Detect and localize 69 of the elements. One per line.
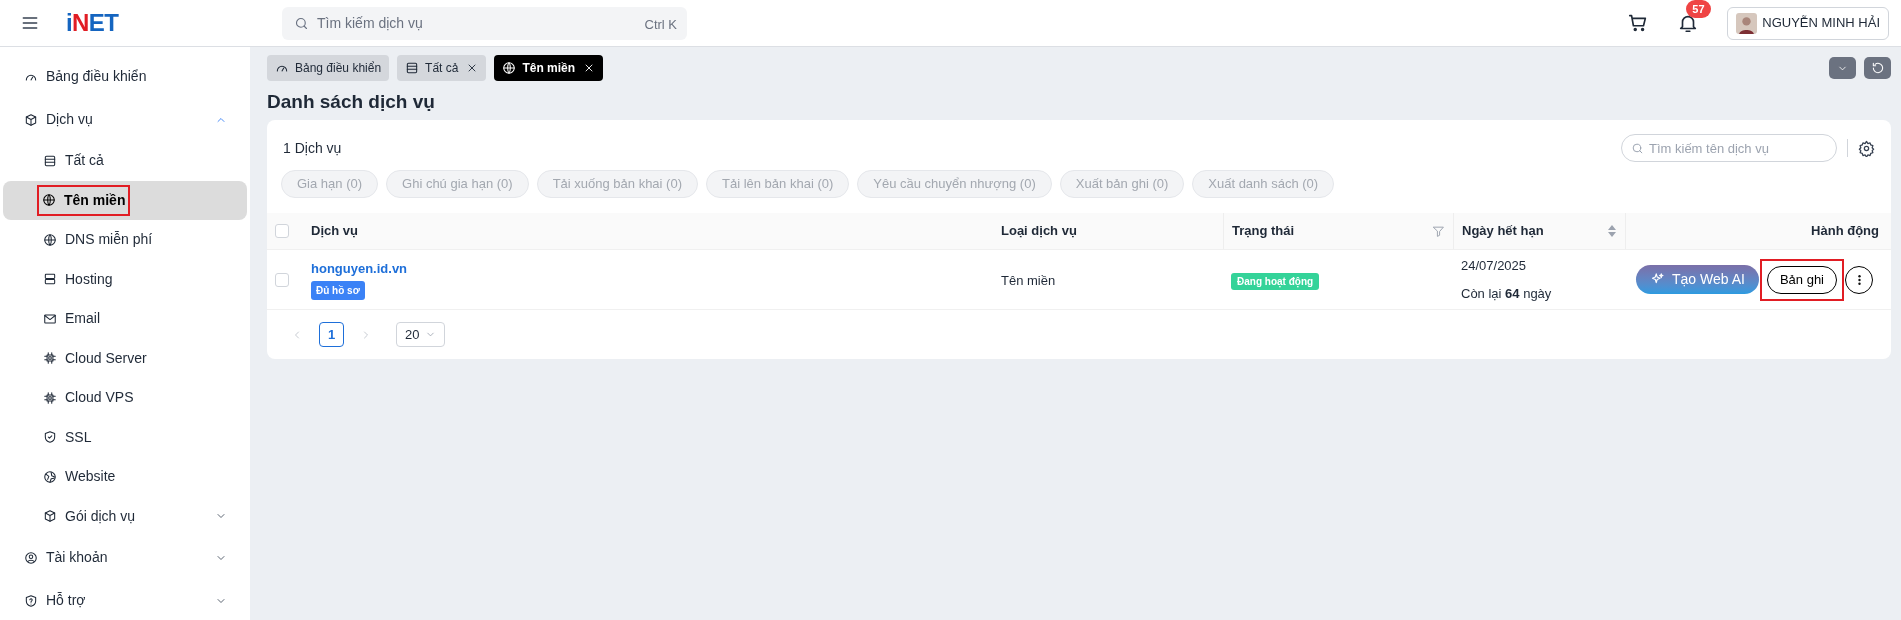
sidebar-item[interactable]: Hosting	[3, 259, 247, 299]
tab[interactable]: Bảng điều khiển	[267, 55, 390, 81]
collapse-button[interactable]	[1829, 57, 1856, 79]
days-remaining: Còn lại 64 ngày	[1461, 284, 1552, 303]
sidebar-item[interactable]: Hỗ trợ	[3, 579, 247, 620]
service-count: 1 Dịch vụ	[283, 138, 342, 158]
sidebar-item[interactable]: Website	[3, 457, 247, 497]
service-link[interactable]: honguyen.id.vn	[311, 259, 408, 279]
help-shield-icon	[24, 593, 38, 608]
sidebar-item[interactable]: SSL	[3, 417, 247, 457]
sidebar-item[interactable]: Tất cả	[3, 141, 247, 181]
chip-icon	[43, 351, 57, 366]
logo[interactable]: iNET	[66, 11, 282, 35]
user-circle-icon	[24, 550, 38, 565]
search-field[interactable]: Tìm kiếm tên dịch vụ	[1621, 134, 1837, 162]
create-web-ai-button[interactable]: Tạo Web AI	[1636, 265, 1759, 294]
checkbox[interactable]	[275, 224, 289, 238]
more-icon	[1857, 273, 1861, 286]
checkbox[interactable]	[275, 272, 289, 287]
sort-icon	[1607, 224, 1617, 238]
tab[interactable]: Tất cả	[397, 55, 487, 81]
cube-icon	[24, 112, 38, 127]
column-header: Dịch vụ	[311, 222, 358, 241]
status-badge: Đang hoạt động	[1231, 272, 1320, 290]
filter-icon	[1432, 224, 1445, 238]
column-header: Ngày hết hạn	[1462, 222, 1544, 241]
user-menu-button[interactable]: NGUYỄN MINH HẢI	[1727, 6, 1889, 40]
page-button[interactable]: 1	[319, 322, 344, 347]
settings-icon	[1858, 139, 1875, 157]
sidebar-item[interactable]: DNS miễn phí	[3, 220, 247, 260]
sidebar-item[interactable]: Gói dịch vụ	[3, 496, 247, 536]
shortcut-hint: Ctrl K	[644, 15, 677, 34]
sidebar-item[interactable]: Email	[3, 299, 247, 339]
filter-button[interactable]	[1432, 224, 1445, 238]
records-button[interactable]: Bản ghi	[1766, 265, 1837, 294]
column-header: Hành động	[1811, 222, 1879, 241]
sidebar-item[interactable]: Bảng điều khiển	[3, 55, 247, 98]
list-icon	[405, 61, 420, 75]
globe-icon	[42, 193, 56, 208]
profile-tag: Đủ hồ sơ	[311, 280, 365, 300]
refresh-button[interactable]	[1864, 57, 1891, 79]
shield-check-icon	[43, 430, 57, 445]
chip-icon	[43, 390, 57, 405]
notification-count: 57	[1686, 0, 1711, 18]
refresh-icon	[1870, 61, 1885, 75]
search-icon	[294, 15, 309, 31]
page-title: Danh sách dịch vụ	[267, 90, 435, 114]
globe-icon	[502, 61, 517, 75]
sidebar-item[interactable]: Cloud Server	[3, 338, 247, 378]
sort-button[interactable]	[1607, 224, 1617, 238]
tab[interactable]: Tên miền	[494, 55, 604, 81]
sidebar-item[interactable]: Tên miền	[3, 180, 247, 220]
column-header: Loại dịch vụ	[1001, 222, 1077, 241]
cube-icon	[43, 509, 57, 524]
sidebar-item[interactable]: Tài khoản	[3, 536, 247, 579]
expiry-date: 24/07/2025	[1461, 257, 1527, 275]
page-size-select[interactable]: 20	[396, 322, 446, 347]
avatar-icon	[1736, 12, 1758, 34]
list-icon	[43, 153, 57, 168]
server-icon	[43, 272, 57, 287]
search-icon	[1631, 142, 1644, 155]
column-header: Trạng thái	[1232, 222, 1295, 241]
sidebar-item[interactable]: Cloud VPS	[3, 378, 247, 418]
settings-button[interactable]	[1858, 139, 1875, 157]
service-type: Tên miền	[1001, 272, 1056, 288]
envelope-icon	[43, 311, 57, 326]
sidebar-item[interactable]: Dịch vụ	[3, 98, 247, 141]
globe-icon	[43, 232, 57, 247]
web-icon	[43, 469, 57, 484]
